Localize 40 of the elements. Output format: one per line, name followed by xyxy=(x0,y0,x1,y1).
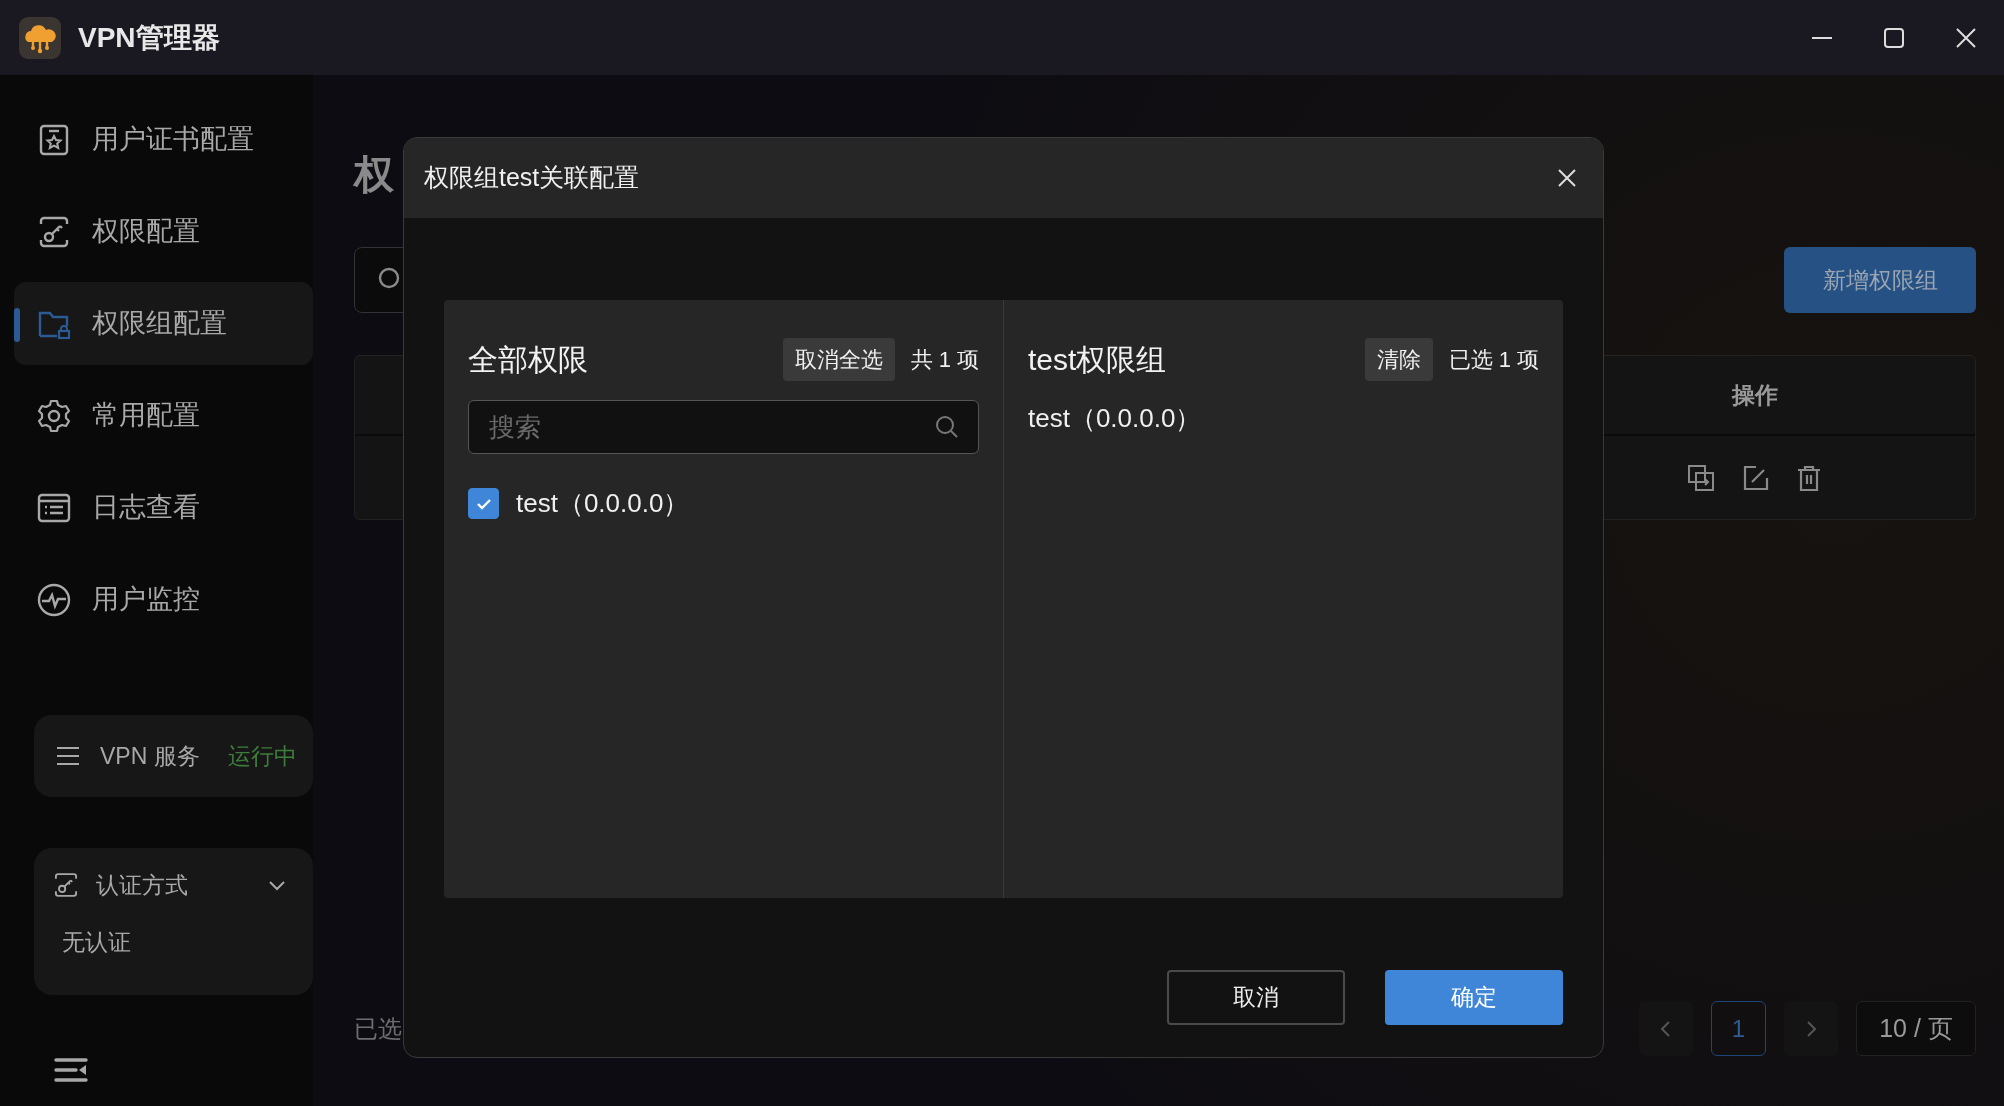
panel-title: test权限组 xyxy=(1028,342,1167,378)
page-title: 权 xyxy=(354,151,394,198)
collapse-icon[interactable] xyxy=(54,1057,88,1083)
minimize-icon xyxy=(1812,36,1832,39)
cloud-logo xyxy=(18,15,62,60)
cancel-button[interactable]: 取消 xyxy=(1167,970,1345,1025)
pulse-icon xyxy=(36,581,72,618)
search-input[interactable]: 搜索 xyxy=(487,406,934,448)
selection-text: 已选 xyxy=(354,1013,402,1044)
key-icon xyxy=(52,871,80,900)
sidebar-item[interactable]: 常用配置 xyxy=(14,374,313,457)
window-title: VPN管理器 xyxy=(78,20,220,55)
sidebar-item[interactable]: 权限配置 xyxy=(14,190,313,273)
deselect-all-button[interactable]: 取消全选 xyxy=(782,338,895,381)
list-item[interactable]: test（0.0.0.0） xyxy=(1028,399,1539,438)
page-size-select[interactable]: 10 / 页 xyxy=(1856,1001,1976,1056)
checkbox[interactable] xyxy=(468,488,499,519)
panel-title: 全部权限 xyxy=(468,342,588,378)
sidebar-item[interactable]: 日志查看 xyxy=(14,466,313,549)
confirm-button[interactable]: 确定 xyxy=(1385,970,1563,1025)
list-item[interactable]: test（0.0.0.0） xyxy=(516,484,690,523)
service-label: VPN 服务 xyxy=(100,741,200,771)
auth-label: 认证方式 xyxy=(96,871,188,900)
column-header: 操作 xyxy=(1732,380,1778,410)
search-icon xyxy=(934,414,960,440)
gear-icon xyxy=(36,397,72,434)
search-field[interactable]: 搜索 xyxy=(468,400,979,454)
close-icon xyxy=(1956,27,1976,48)
dialog-title: 权限组test关联配置 xyxy=(424,162,640,194)
clear-button[interactable]: 清除 xyxy=(1364,338,1433,381)
sidebar-item[interactable]: 权限组配置 xyxy=(14,282,313,365)
sidebar-item[interactable]: 用户监控 xyxy=(14,558,313,641)
item-count: 共 1 项 xyxy=(910,346,979,374)
item-count: 已选 1 项 xyxy=(1448,346,1539,374)
maximize-icon xyxy=(1884,27,1904,48)
sidebar-item[interactable]: 用户证书配置 xyxy=(14,98,313,181)
copy-icon[interactable] xyxy=(1686,462,1716,493)
status-text: 运行中 xyxy=(228,741,297,771)
auth-value: 无认证 xyxy=(62,927,132,957)
selection-indicator xyxy=(14,308,20,342)
